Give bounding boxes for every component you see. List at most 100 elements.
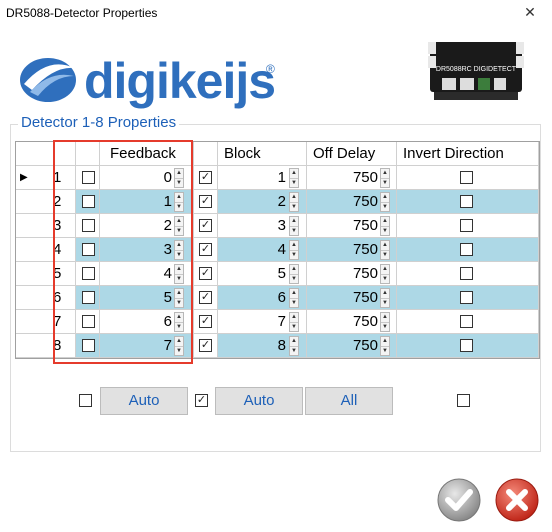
spin-up-icon[interactable]: ▲ [175,193,183,202]
feedback-value[interactable]: 7 [100,337,172,354]
block-spinner[interactable]: ▲ ▼ [289,336,299,356]
block-value[interactable]: 7 [218,313,286,330]
feedback-spinner[interactable]: ▲ ▼ [174,240,184,260]
block-all-checkbox[interactable]: ✓ [195,394,208,407]
block-checkbox[interactable]: ✓ [199,339,212,352]
off-delay-value[interactable]: 750 [307,289,378,306]
spin-down-icon[interactable]: ▼ [175,346,183,355]
spin-down-icon[interactable]: ▼ [381,346,389,355]
off-delay-spinner[interactable]: ▲ ▼ [380,288,390,308]
feedback-value[interactable]: 1 [100,193,172,210]
table-row[interactable]: 4 3 ▲ ▼ ✓ 4 ▲ ▼ 750 ▲ ▼ [16,238,539,262]
spin-up-icon[interactable]: ▲ [381,169,389,178]
row-header[interactable] [16,214,76,238]
invert-direction-checkbox[interactable] [460,219,473,232]
column-header-invert-direction[interactable]: Invert Direction [397,142,539,166]
invert-direction-checkbox[interactable] [460,195,473,208]
block-value[interactable]: 8 [218,337,286,354]
feedback-value[interactable]: 4 [100,265,172,282]
spin-up-icon[interactable]: ▲ [290,217,298,226]
block-value[interactable]: 1 [218,169,286,186]
feedback-auto-button[interactable]: Auto [100,387,188,415]
spin-up-icon[interactable]: ▲ [290,289,298,298]
table-row[interactable]: 2 1 ▲ ▼ ✓ 2 ▲ ▼ 750 ▲ ▼ [16,190,539,214]
feedback-spinner[interactable]: ▲ ▼ [174,264,184,284]
block-spinner[interactable]: ▲ ▼ [289,288,299,308]
off-delay-value[interactable]: 750 [307,337,378,354]
spin-up-icon[interactable]: ▲ [290,337,298,346]
off-delay-value[interactable]: 750 [307,193,378,210]
spin-down-icon[interactable]: ▼ [290,298,298,307]
spin-up-icon[interactable]: ▲ [175,241,183,250]
invert-direction-checkbox[interactable] [460,339,473,352]
spin-up-icon[interactable]: ▲ [381,313,389,322]
block-value[interactable]: 2 [218,193,286,210]
spin-down-icon[interactable]: ▼ [175,298,183,307]
off-delay-spinner[interactable]: ▲ ▼ [380,240,390,260]
spin-up-icon[interactable]: ▲ [175,217,183,226]
table-row[interactable]: 8 7 ▲ ▼ ✓ 8 ▲ ▼ 750 ▲ ▼ [16,334,539,358]
block-checkbox[interactable]: ✓ [199,171,212,184]
off-delay-spinner[interactable]: ▲ ▼ [380,192,390,212]
spin-down-icon[interactable]: ▼ [175,274,183,283]
block-spinner[interactable]: ▲ ▼ [289,312,299,332]
feedback-spinner[interactable]: ▲ ▼ [174,336,184,356]
off-delay-value[interactable]: 750 [307,265,378,282]
spin-down-icon[interactable]: ▼ [290,250,298,259]
off-delay-spinner[interactable]: ▲ ▼ [380,216,390,236]
spin-up-icon[interactable]: ▲ [290,193,298,202]
spin-down-icon[interactable]: ▼ [175,202,183,211]
table-row[interactable]: 3 2 ▲ ▼ ✓ 3 ▲ ▼ 750 ▲ ▼ [16,214,539,238]
block-spinner[interactable]: ▲ ▼ [289,192,299,212]
block-value[interactable]: 3 [218,217,286,234]
spin-up-icon[interactable]: ▲ [381,265,389,274]
feedback-value[interactable]: 6 [100,313,172,330]
feedback-all-checkbox[interactable] [79,394,92,407]
spin-up-icon[interactable]: ▲ [381,241,389,250]
spin-up-icon[interactable]: ▲ [381,337,389,346]
ok-button[interactable] [437,478,481,522]
row-header[interactable] [16,310,76,334]
feedback-value[interactable]: 5 [100,289,172,306]
block-checkbox[interactable]: ✓ [199,315,212,328]
off-delay-spinner[interactable]: ▲ ▼ [380,264,390,284]
feedback-checkbox[interactable] [82,339,95,352]
spin-down-icon[interactable]: ▼ [381,274,389,283]
feedback-checkbox[interactable] [82,195,95,208]
spin-down-icon[interactable]: ▼ [290,274,298,283]
block-value[interactable]: 4 [218,241,286,258]
feedback-checkbox[interactable] [82,267,95,280]
feedback-spinner[interactable]: ▲ ▼ [174,192,184,212]
table-row[interactable]: 7 6 ▲ ▼ ✓ 7 ▲ ▼ 750 ▲ ▼ [16,310,539,334]
block-value[interactable]: 6 [218,289,286,306]
spin-up-icon[interactable]: ▲ [290,241,298,250]
block-spinner[interactable]: ▲ ▼ [289,168,299,188]
feedback-spinner[interactable]: ▲ ▼ [174,216,184,236]
spin-down-icon[interactable]: ▼ [290,346,298,355]
spin-down-icon[interactable]: ▼ [175,178,183,187]
feedback-value[interactable]: 3 [100,241,172,258]
spin-up-icon[interactable]: ▲ [290,169,298,178]
row-header[interactable] [16,238,76,262]
spin-up-icon[interactable]: ▲ [381,193,389,202]
feedback-spinner[interactable]: ▲ ▼ [174,168,184,188]
off-delay-value[interactable]: 750 [307,217,378,234]
off-delay-value[interactable]: 750 [307,241,378,258]
off-delay-value[interactable]: 750 [307,169,378,186]
block-spinner[interactable]: ▲ ▼ [289,264,299,284]
off-delay-all-button[interactable]: All [305,387,393,415]
cancel-button[interactable] [495,478,539,522]
off-delay-spinner[interactable]: ▲ ▼ [380,312,390,332]
feedback-value[interactable]: 0 [100,169,172,186]
table-row[interactable]: ▶ 1 0 ▲ ▼ ✓ 1 ▲ ▼ 750 ▲ ▼ [16,166,539,190]
spin-up-icon[interactable]: ▲ [175,169,183,178]
invert-direction-checkbox[interactable] [460,315,473,328]
spin-down-icon[interactable]: ▼ [381,298,389,307]
spin-down-icon[interactable]: ▼ [290,202,298,211]
close-icon[interactable]: ✕ [522,4,538,22]
spin-down-icon[interactable]: ▼ [175,226,183,235]
row-header[interactable] [16,190,76,214]
column-header-off-delay[interactable]: Off Delay [307,142,397,166]
block-checkbox[interactable]: ✓ [199,291,212,304]
feedback-checkbox[interactable] [82,171,95,184]
